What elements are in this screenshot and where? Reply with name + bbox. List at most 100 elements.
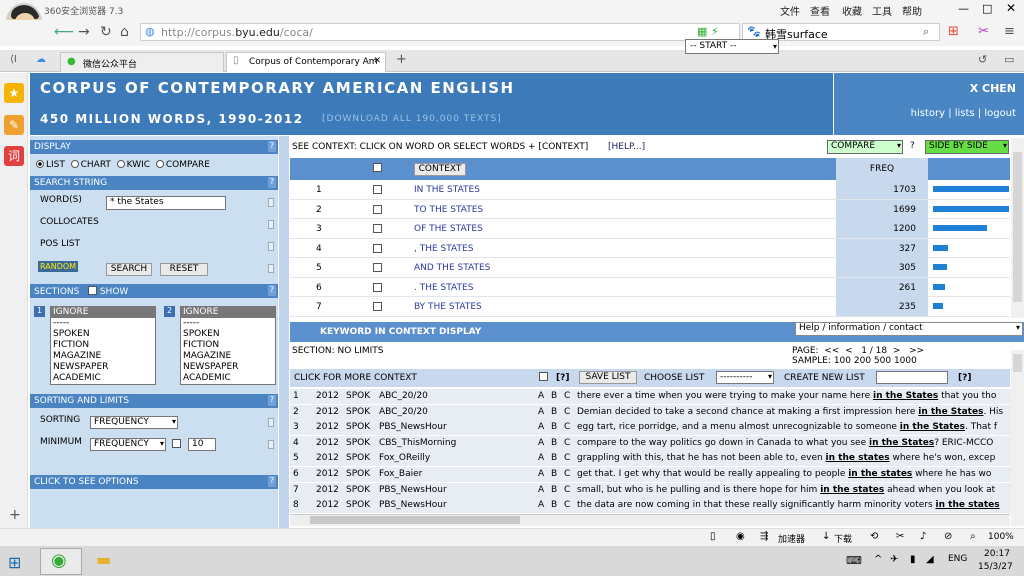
kwic-link-a[interactable]: A xyxy=(538,453,544,463)
kwic-keyword[interactable]: in the states xyxy=(826,453,890,463)
sync-icon[interactable]: ⟲ xyxy=(870,531,878,542)
random-button[interactable]: RANDOM xyxy=(38,261,79,272)
qr-code-icon[interactable]: ▦ xyxy=(697,25,707,38)
edit-icon[interactable] xyxy=(268,418,274,427)
display-list-radio[interactable]: LIST xyxy=(36,160,65,170)
row-checkbox[interactable] xyxy=(373,263,382,272)
kwic-link-b[interactable]: B xyxy=(551,500,557,510)
kwic-link-a[interactable]: A xyxy=(538,438,544,448)
kwic-source[interactable]: CBS_ThisMorning xyxy=(379,438,529,448)
windows-start-icon[interactable]: ⊞ xyxy=(8,553,21,572)
search-icon[interactable]: ⌕ xyxy=(923,25,929,39)
list-item[interactable]: MAGAZINE xyxy=(181,351,275,362)
edit-icon[interactable] xyxy=(268,242,274,251)
kwic-source[interactable]: PBS_NewsHour xyxy=(379,485,529,495)
download-icon[interactable]: ↓ xyxy=(822,531,830,542)
list-item[interactable]: MAGAZINE xyxy=(51,351,155,362)
menu-help[interactable]: 帮助 xyxy=(902,3,922,18)
compare-select[interactable]: COMPARE ▾ xyxy=(827,140,903,154)
notes-icon[interactable]: ✎ xyxy=(4,115,24,135)
help-icon[interactable]: ? xyxy=(268,285,276,296)
row-checkbox[interactable] xyxy=(373,224,382,233)
phrase-link[interactable]: AND THE STATES xyxy=(414,263,490,273)
download-label[interactable]: 下载 xyxy=(834,532,852,545)
menu-tools[interactable]: 工具 xyxy=(872,3,892,18)
pos-list-label[interactable]: POS LIST xyxy=(40,239,80,249)
clock-time[interactable]: 20:17 xyxy=(984,549,1010,559)
refresh-icon[interactable]: ↻ xyxy=(100,24,118,42)
page-nav[interactable]: PAGE: << < 1 / 18 > >> xyxy=(792,346,924,356)
minimum-checkbox[interactable] xyxy=(172,439,181,448)
kwic-source[interactable]: PBS_NewsHour xyxy=(379,422,529,432)
list-item[interactable]: ACADEMIC xyxy=(181,373,275,384)
compare-help[interactable]: ? xyxy=(910,141,915,151)
row-checkbox[interactable] xyxy=(373,282,382,292)
tools-icon[interactable]: ✂ xyxy=(978,24,989,39)
sidebar-add-icon[interactable]: + xyxy=(9,507,21,523)
phrase-link[interactable]: TO THE STATES xyxy=(414,205,483,215)
mobile-icon[interactable]: ▯ xyxy=(710,531,716,542)
minimum-input[interactable]: 10 xyxy=(188,438,216,451)
show-checkbox[interactable] xyxy=(87,286,97,295)
favorites-star-icon[interactable]: ★ xyxy=(4,83,24,103)
kwic-link-b[interactable]: B xyxy=(551,407,557,417)
sample-sizes[interactable]: SAMPLE: 100 200 500 1000 xyxy=(792,356,917,366)
close-window-icon[interactable]: ✕ xyxy=(1006,1,1016,15)
menu-view[interactable]: 查看 xyxy=(810,3,830,18)
adblock-icon[interactable]: ⊘ xyxy=(944,531,952,542)
kwic-source[interactable]: ABC_20/20 xyxy=(379,391,529,401)
kwic-link-a[interactable]: A xyxy=(538,500,544,510)
frame-splitter[interactable] xyxy=(279,136,289,528)
list-item[interactable]: NEWSPAPER xyxy=(51,362,155,373)
context-help-link[interactable]: [HELP...] xyxy=(608,142,645,152)
kwic-link-c[interactable]: C xyxy=(564,438,570,448)
context-button[interactable]: CONTEXT xyxy=(414,163,466,176)
kwic-link-a[interactable]: A xyxy=(538,391,544,401)
kwic-link-a[interactable]: A xyxy=(538,422,544,432)
kwic-link-b[interactable]: B xyxy=(551,469,557,479)
zoom-level[interactable]: 100% xyxy=(988,532,1014,542)
kwic-keyword[interactable]: in the States xyxy=(918,407,983,417)
list-item[interactable]: IGNORE xyxy=(181,307,275,318)
help-icon[interactable]: ? xyxy=(268,395,276,406)
search-button[interactable]: SEARCH xyxy=(106,263,152,276)
scroll-thumb[interactable] xyxy=(1013,354,1022,372)
menu-file[interactable]: 文件 xyxy=(780,3,800,18)
list-item[interactable]: SPOKEN xyxy=(181,329,275,340)
forward-icon[interactable]: → xyxy=(78,24,96,42)
display-chart-radio[interactable]: CHART xyxy=(70,160,111,170)
user-links[interactable]: history | lists | logout xyxy=(911,108,1016,119)
kwic-source[interactable]: PBS_NewsHour xyxy=(379,500,529,510)
translate-icon[interactable]: 词 xyxy=(4,146,24,166)
phrase-link[interactable]: . THE STATES xyxy=(414,283,473,293)
reset-button[interactable]: RESET xyxy=(160,263,208,276)
list-item[interactable]: ----- xyxy=(181,318,275,329)
clock-date[interactable]: 15/3/27 xyxy=(978,562,1013,572)
row-checkbox[interactable] xyxy=(373,204,382,214)
accelerator-icon[interactable]: ⇶ xyxy=(760,531,768,542)
kwic-link-b[interactable]: B xyxy=(551,485,557,495)
kwic-link-b[interactable]: B xyxy=(551,453,557,463)
phrase-link[interactable]: , THE STATES xyxy=(414,244,473,254)
select-all-checkbox[interactable] xyxy=(373,163,382,172)
kwic-source[interactable]: Fox_OReilly xyxy=(379,453,529,463)
row-checkbox[interactable] xyxy=(373,185,382,194)
list-item[interactable]: ACADEMIC xyxy=(51,373,155,384)
taskbar-browser[interactable]: ◉ xyxy=(40,548,82,575)
frequency-scrollbar[interactable] xyxy=(1011,138,1024,318)
start-select[interactable]: -- START -- ▾ xyxy=(685,39,779,54)
kwic-keyword[interactable]: in the States xyxy=(873,391,938,401)
kwic-keyword[interactable]: in the States xyxy=(900,422,965,432)
list-item[interactable]: ----- xyxy=(51,318,155,329)
kwic-link-c[interactable]: C xyxy=(564,453,570,463)
wifi-icon[interactable]: ◢ xyxy=(926,554,934,565)
kwic-source[interactable]: Fox_Baier xyxy=(379,469,529,479)
home-icon[interactable]: ⌂ xyxy=(120,24,138,42)
kwic-source[interactable]: ABC_20/20 xyxy=(379,407,529,417)
help-icon[interactable]: ? xyxy=(268,141,276,152)
help-icon[interactable]: ? xyxy=(268,476,276,487)
kwic-keyword[interactable]: in the States xyxy=(869,438,934,448)
tab-list-icon[interactable]: ⟨I xyxy=(10,54,17,65)
kwic-link-a[interactable]: A xyxy=(538,485,544,495)
list-item[interactable]: IGNORE xyxy=(51,307,155,318)
